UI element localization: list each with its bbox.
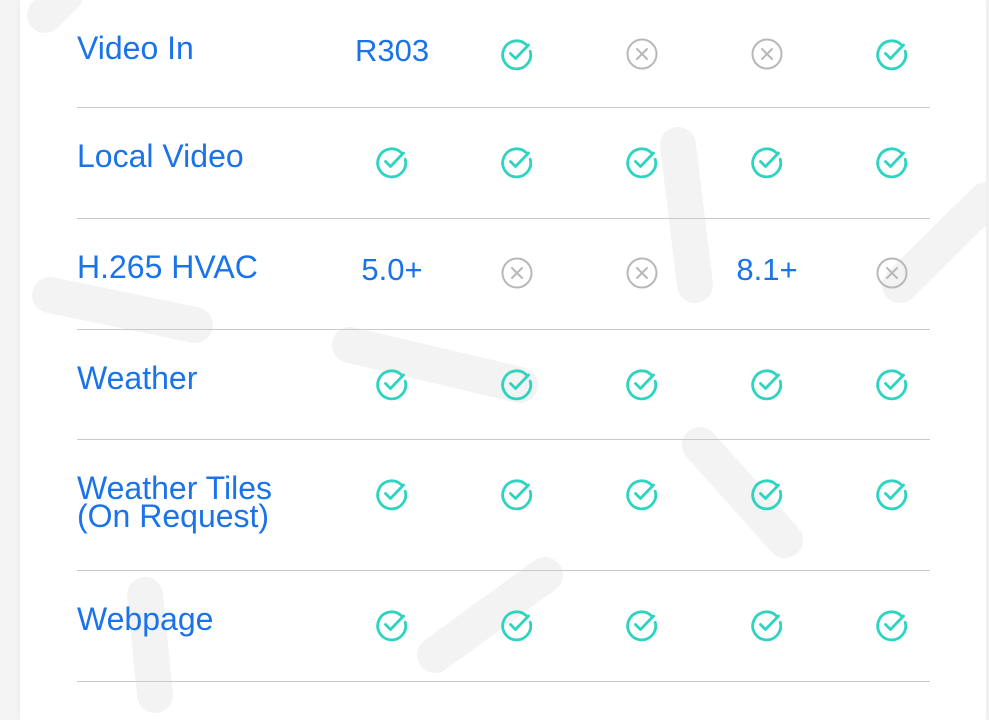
check-icon	[737, 108, 797, 218]
check-icon	[362, 440, 422, 570]
table-row: Weather	[77, 330, 930, 440]
check-icon	[362, 330, 422, 439]
table-row: Webpage	[77, 571, 930, 682]
check-icon	[737, 571, 797, 681]
check-icon	[862, 330, 922, 439]
table-row: Video In R303	[77, 0, 930, 108]
check-icon	[737, 330, 797, 439]
table-row: Weather Tiles (On Request)	[77, 440, 930, 571]
version-value: R303	[354, 33, 430, 68]
check-icon	[362, 108, 422, 218]
check-icon	[612, 108, 672, 218]
cross-icon	[737, 0, 797, 107]
version-value: 5.0+	[361, 252, 423, 287]
feature-label: Weather Tiles (On Request)	[77, 470, 273, 534]
feature-label: H.265 HVAC	[77, 249, 258, 285]
feature-label: Video In	[77, 30, 194, 66]
cross-icon	[612, 0, 672, 107]
check-icon	[862, 0, 922, 107]
check-icon	[487, 440, 547, 570]
version-cell: 8.1+	[736, 219, 798, 329]
check-icon	[612, 571, 672, 681]
cross-icon	[862, 219, 922, 329]
check-icon	[862, 108, 922, 218]
check-icon	[612, 330, 672, 439]
feature-label: Weather	[77, 360, 198, 396]
check-icon	[487, 0, 547, 107]
check-icon	[487, 330, 547, 439]
comparison-card: Video In R303 Local Video H.265 HVAC 5.0+ 8.1…	[20, 0, 986, 720]
check-icon	[862, 571, 922, 681]
feature-label: Local Video	[77, 138, 244, 174]
version-cell: 5.0+	[361, 219, 423, 329]
version-value: 8.1+	[736, 252, 798, 287]
check-icon	[487, 571, 547, 681]
version-cell: R303	[355, 0, 429, 107]
cross-icon	[612, 219, 672, 329]
table-row: H.265 HVAC 5.0+ 8.1+	[77, 219, 930, 330]
check-icon	[862, 440, 922, 570]
check-icon	[737, 440, 797, 570]
cross-icon	[487, 219, 547, 329]
check-icon	[362, 571, 422, 681]
feature-comparison-table: Video In R303 Local Video H.265 HVAC 5.0+ 8.1…	[77, 0, 930, 682]
feature-label: Webpage	[77, 601, 214, 637]
check-icon	[487, 108, 547, 218]
check-icon	[612, 440, 672, 570]
table-row: Local Video	[77, 108, 930, 219]
